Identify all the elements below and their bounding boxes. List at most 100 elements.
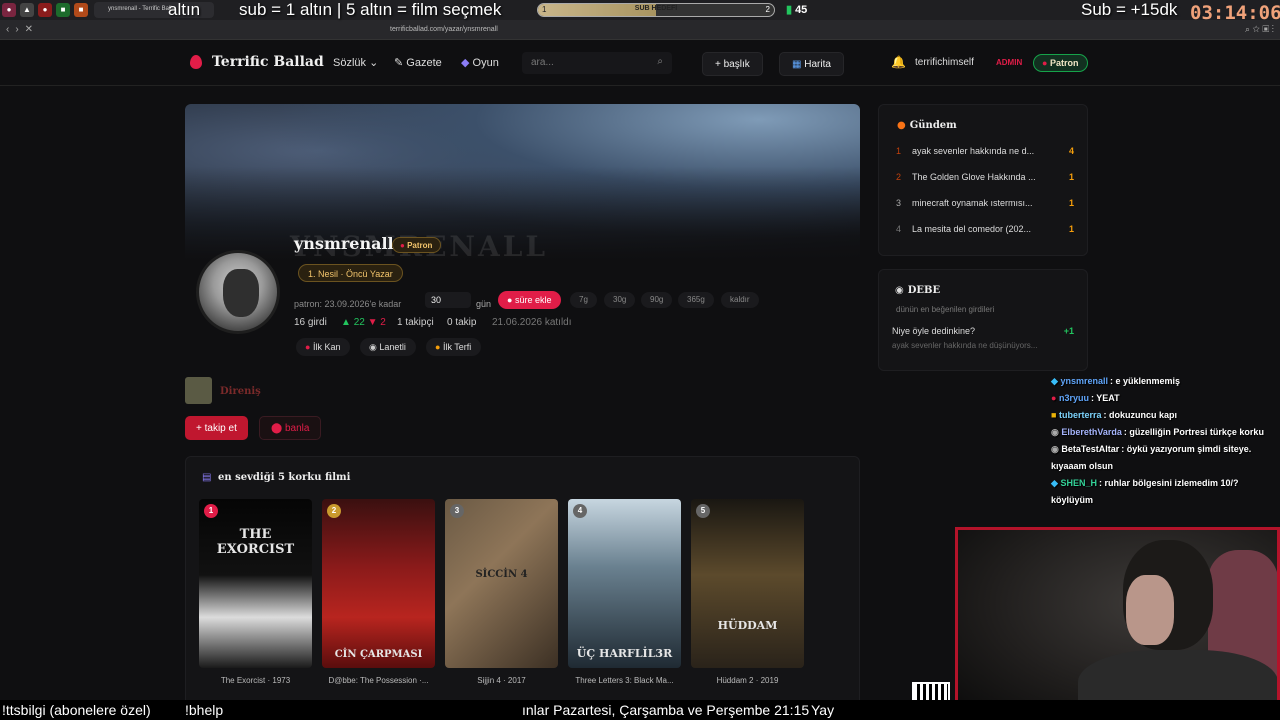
upvote-count: 22 — [353, 317, 365, 328]
gundem-item[interactable]: 4 La mesita del comedor (202... 1 — [896, 224, 1074, 234]
nav-sozluk[interactable]: Sözlük ⌄ — [333, 56, 378, 69]
new-topic-button[interactable]: + başlık — [702, 52, 763, 76]
vote-stats: ▲ 22 ▼ 2 — [341, 317, 386, 328]
rank-number: 5 — [696, 504, 710, 518]
chat-message: ◆ ynsmrenall: e yüklenmemiş — [1051, 373, 1280, 390]
follow-button[interactable]: + takip et — [185, 416, 248, 440]
poster-title-art: CİN ÇARPMASI — [334, 649, 423, 660]
nav-sozluk-label: Sözlük — [333, 57, 367, 69]
movie-caption: The Exorcist · 1973 — [220, 676, 291, 685]
tab-favicon[interactable]: ● — [2, 3, 16, 17]
poster-title-art: THE EXORCIST — [216, 527, 295, 557]
medal-icon: ● — [435, 342, 441, 352]
pen-icon: ✎ — [394, 57, 404, 69]
ban-icon: ⬤ — [271, 423, 283, 434]
browser-menu-icon[interactable]: ⌕ ☆ ▣ ⋮ — [1245, 24, 1274, 35]
days-input[interactable]: 30 — [425, 292, 471, 308]
debe-entry-topic: ayak sevenler hakkında ne düşünüyors... — [892, 341, 1038, 350]
tab-favicon[interactable]: ■ — [56, 3, 70, 17]
gundem-count: 4 — [1068, 146, 1074, 156]
patron-badge: ● Patron — [1033, 54, 1089, 72]
gundem-title: ● Gündem — [897, 120, 957, 131]
debe-entry[interactable]: Niye öyle dedinkine? +1 — [892, 326, 1074, 336]
gundem-item[interactable]: 3 minecraft oynamak ıstermısı... 1 — [896, 198, 1074, 208]
pinned-tabs[interactable]: ● ▲ ● ■ ■ — [2, 3, 88, 17]
gem-count: 45 — [795, 4, 808, 16]
tab-favicon[interactable]: ■ — [74, 3, 88, 17]
drop-icon: ● — [400, 241, 405, 250]
badge-ilk-kan[interactable]: ● İlk Kan — [296, 338, 351, 356]
chat-user: n3ryuu — [1058, 393, 1089, 403]
badge-ilk-terfi[interactable]: ● İlk Terfi — [426, 338, 482, 356]
join-date: 21.06.2026 katıldı — [492, 317, 572, 328]
movie-poster[interactable]: 5 HÜDDAM — [691, 499, 804, 668]
gundem-count: 1 — [1068, 198, 1074, 208]
badge-label: İlk Terfi — [442, 342, 472, 352]
nav-oyun[interactable]: ◆ Oyun — [461, 56, 499, 69]
preset-7g[interactable]: 7g — [570, 292, 597, 308]
gundem-item[interactable]: 1 ayak sevenler hakkında ne d... 4 — [896, 146, 1074, 156]
gundem-index: 4 — [896, 224, 902, 234]
favorite-movies-title: en sevdiği 5 korku filmi — [218, 472, 351, 483]
search-icon[interactable]: ⌕ — [657, 56, 663, 67]
search-placeholder: ara... — [531, 57, 554, 68]
movie-poster[interactable]: 4 ÜÇ HARFLİL3R — [568, 499, 681, 668]
sub-goal-bar: 1 SUB HEDEFİ 2 — [537, 3, 775, 17]
days-unit: gün — [476, 299, 492, 309]
ticker-item: !bhelp — [185, 702, 224, 718]
search-input[interactable]: ara... ⌕ — [522, 52, 672, 74]
add-time-button[interactable]: ● süre ekle — [498, 291, 562, 309]
preset-365g[interactable]: 365g — [678, 292, 714, 308]
bell-icon[interactable]: 🔔 — [891, 55, 906, 69]
chat-message: ◉ ElberethVarda: güzelliğin Portresi tür… — [1051, 424, 1280, 441]
movie-poster[interactable]: 1 THE EXORCIST — [199, 499, 312, 668]
sub-goal-label: SUB HEDEFİ — [634, 5, 678, 12]
movie-caption: Hüddam 2 · 2019 — [716, 676, 779, 685]
guild-name[interactable]: Direniş — [220, 386, 261, 397]
admin-badge: ADMIN — [996, 58, 1023, 67]
avatar — [196, 250, 280, 334]
preset-90g[interactable]: 90g — [641, 292, 673, 308]
add-time-label: süre ekle — [514, 295, 552, 305]
site-logo[interactable]: Terrific Ballad — [190, 54, 324, 70]
gundem-count: 1 — [1068, 224, 1074, 234]
movie-poster[interactable]: 2 CİN ÇARPMASI — [322, 499, 435, 668]
url-field[interactable]: terrificballad.com/yazar/ynsmrenall — [370, 23, 890, 37]
tab-favicon[interactable]: ▲ — [20, 3, 34, 17]
address-bar-row: ‹›✕ terrificballad.com/yazar/ynsmrenall … — [0, 20, 1280, 40]
nav-gazete[interactable]: ✎ Gazete — [394, 56, 442, 69]
entry-count[interactable]: 16 girdi — [294, 317, 327, 328]
ban-button[interactable]: ⬤ banla — [259, 416, 322, 440]
nav-buttons[interactable]: ‹›✕ — [6, 24, 39, 35]
tab-favicon[interactable]: ● — [38, 3, 52, 17]
map-icon: ▦ — [792, 59, 802, 70]
ticker-item: Yay — [811, 702, 835, 718]
gundem-text: La mesita del comedor (202... — [912, 224, 1032, 234]
map-button[interactable]: ▦ Harita — [779, 52, 844, 76]
chat-text: : e yüklenmemiş — [1109, 376, 1180, 386]
drop-icon: ● — [507, 295, 513, 305]
overlay-sub-rule: sub = 1 altın | 5 altın = film seçmek — [239, 0, 502, 19]
gundem-text: The Golden Glove Hakkında ... — [912, 172, 1036, 182]
debe-subtitle: dünün en beğenilen girdileri — [896, 305, 995, 314]
follower-count[interactable]: 1 takipçi — [397, 317, 434, 328]
chat-user: ynsmrenall — [1060, 376, 1108, 386]
ticker-item: !ttsbilgi (abonelere özel) — [2, 702, 151, 718]
bottom-ticker: !ttsbilgi (abonelere özel) !bhelp ınlar … — [0, 700, 1280, 720]
poster-title-art: SİCCİN 4 — [475, 569, 528, 580]
current-user[interactable]: terrifichimself — [915, 57, 974, 68]
rank-number: 2 — [327, 504, 341, 518]
chat-user: BetaTestAltar — [1061, 444, 1120, 454]
upvote-icon: ▲ — [341, 317, 351, 328]
poster-title-art: ÜÇ HARFLİL3R — [576, 647, 673, 660]
nav-gazete-label: Gazete — [406, 57, 442, 69]
drop-icon: ● — [305, 342, 311, 352]
movie-poster[interactable]: 3 SİCCİN 4 — [445, 499, 558, 668]
remove-patron-button[interactable]: kaldır — [721, 292, 759, 308]
gundem-count: 1 — [1068, 172, 1074, 182]
preset-30g[interactable]: 30g — [604, 292, 636, 308]
eye-icon: ◉ — [369, 342, 377, 352]
following-count[interactable]: 0 takip — [447, 317, 476, 328]
badge-lanetli[interactable]: ◉ Lanetli — [360, 338, 416, 356]
gundem-item[interactable]: 2 The Golden Glove Hakkında ... 1 — [896, 172, 1074, 182]
